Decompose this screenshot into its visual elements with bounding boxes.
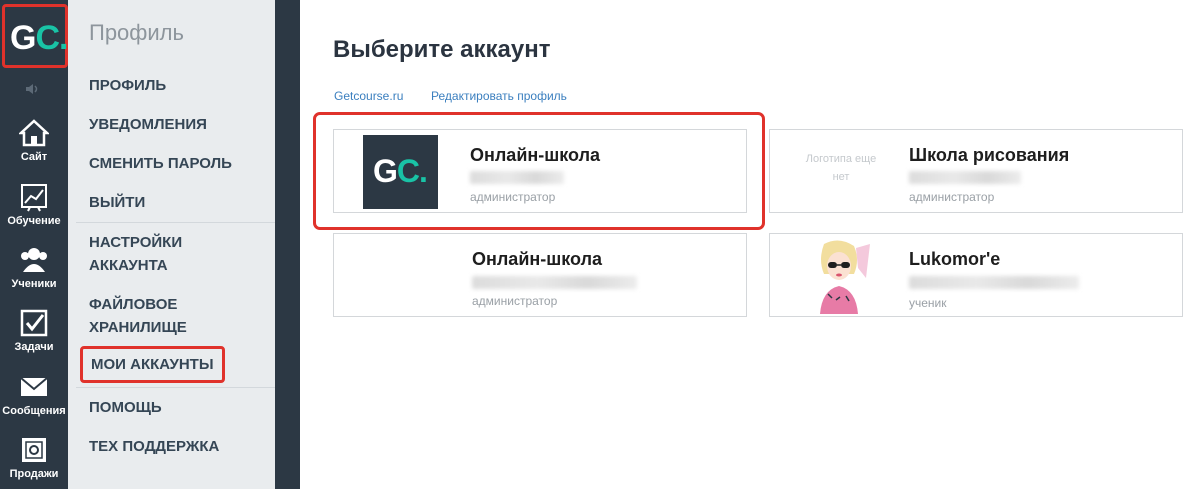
account-url-redacted [470,171,564,184]
account-title: Онлайн-школа [470,145,601,165]
main-content: Выберите аккаунт Getcourse.ru Редактиров… [300,0,1200,489]
menu-item-tech-support[interactable]: ТЕХ ПОДДЕРЖКА [89,435,219,458]
account-url-redacted [472,276,637,289]
users-icon [21,248,47,272]
avatar-image [820,240,870,314]
main-navigation-bar: GC. Сайт Обучение Ученики Задачи Сообщен… [0,0,69,489]
page-title: Выберите аккаунт [333,36,551,63]
nav-item-messages[interactable]: Сообщения [0,372,68,417]
account-url-redacted [909,171,1021,184]
profile-submenu: Профиль ПРОФИЛЬ УВЕДОМЛЕНИЯ СМЕНИТЬ ПАРО… [68,0,275,489]
menu-item-file-storage[interactable]: ФАЙЛОВОЕ ХРАНИЛИЩЕ [89,293,209,339]
account-card[interactable]: GC. Онлайн-школа администратор [333,129,747,213]
nav-label: Сообщения [2,405,66,417]
link-getcourse[interactable]: Getcourse.ru [334,89,403,103]
account-role: администратор [470,190,556,204]
nav-label: Обучение [7,215,61,227]
logo-text: GC. [10,19,69,57]
nav-item-students[interactable]: Ученики [0,245,68,290]
account-title: Школа рисования [909,145,1070,165]
nav-label: Ученики [11,278,57,290]
account-role: администратор [909,190,995,204]
getcourse-logo-button[interactable]: GC. [2,4,69,68]
account-role: администратор [472,294,558,308]
nav-label: Сайт [20,151,48,163]
account-url-redacted [909,276,1079,289]
nav-label: Задачи [14,341,54,353]
menu-item-profile[interactable]: ПРОФИЛЬ [89,74,166,97]
link-edit-profile[interactable]: Редактировать профиль [431,89,567,103]
nav-item-site[interactable]: Сайт [0,118,68,163]
menu-separator [76,387,275,388]
menu-item-logout[interactable]: ВЫЙТИ [89,191,145,214]
account-card[interactable]: Логотипа еще нет Школа рисования админис… [769,129,1183,213]
menu-item-my-accounts[interactable]: МОИ АККАУНТЫ [80,346,225,383]
nav-item-tasks[interactable]: Задачи [0,308,68,353]
nav-item-sales[interactable]: Продажи [0,435,68,480]
account-title: Lukomor'e [909,249,1001,269]
account-card[interactable]: Lukomor'e ученик [769,233,1183,317]
menu-item-help[interactable]: ПОМОЩЬ [89,396,162,419]
account-logo: GC. [363,135,438,209]
menu-item-notifications[interactable]: УВЕДОМЛЕНИЯ [89,113,207,136]
safe-icon [22,438,46,462]
menu-item-account-settings[interactable]: НАСТРОЙКИ АККАУНТА [89,231,209,277]
home-icon [19,119,49,147]
submenu-title: Профиль [89,20,184,45]
no-logo-placeholder: Логотипа еще нет [805,153,877,183]
account-card[interactable]: Онлайн-школа администратор [333,233,747,317]
nav-item-learning[interactable]: Обучение [0,182,68,227]
nav-label: Продажи [9,468,59,480]
chart-icon [21,184,47,212]
menu-item-change-password[interactable]: СМЕНИТЬ ПАРОЛЬ [89,152,232,175]
account-role: ученик [909,296,947,310]
speaker-icon[interactable] [24,82,42,98]
account-title: Онлайн-школа [472,249,603,269]
envelope-icon [20,377,48,396]
menu-separator [76,222,275,223]
panel-divider [275,0,300,489]
checkbox-icon [20,309,48,337]
app-window: GC. Сайт Обучение Ученики Задачи Сообщен… [0,0,1200,489]
